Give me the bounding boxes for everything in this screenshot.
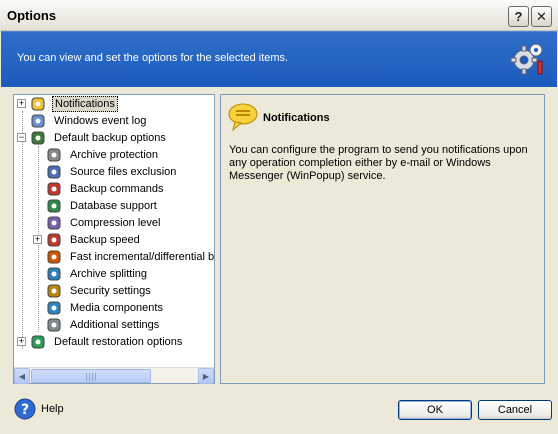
tree-item-label: Backup speed bbox=[70, 233, 140, 246]
compression-icon bbox=[47, 216, 61, 229]
tree-item[interactable]: + Notifications bbox=[17, 95, 118, 112]
collapse-icon[interactable]: − bbox=[17, 133, 26, 142]
tree-item-label: Additional settings bbox=[70, 318, 160, 331]
tree-item-label: Database support bbox=[70, 199, 157, 212]
help-label: Help bbox=[41, 403, 64, 415]
expand-icon[interactable]: + bbox=[17, 337, 26, 346]
speed-icon bbox=[47, 233, 61, 246]
incremental-icon bbox=[47, 250, 61, 263]
tree-item-label: Source files exclusion bbox=[70, 165, 177, 178]
gear-icon bbox=[510, 43, 543, 75]
info-description: You can configure the program to send yo… bbox=[229, 144, 528, 182]
tree-item-label: Default restoration options bbox=[54, 335, 183, 348]
tree-item[interactable]: Archive splitting bbox=[33, 265, 149, 282]
security-icon bbox=[47, 284, 61, 297]
backup-options-icon bbox=[31, 131, 45, 144]
tree-item-label: Windows event log bbox=[54, 114, 147, 127]
expand-icon[interactable]: + bbox=[17, 99, 26, 108]
expand-icon[interactable]: + bbox=[33, 235, 42, 244]
cancel-button[interactable]: Cancel bbox=[478, 400, 552, 420]
tree-item[interactable]: Backup commands bbox=[33, 180, 166, 197]
tree-item[interactable]: − Default backup options bbox=[17, 129, 168, 146]
tree-item-label: Notifications bbox=[52, 95, 118, 112]
lock-icon bbox=[47, 148, 61, 161]
event-log-icon bbox=[31, 114, 45, 127]
title-close-button[interactable]: ✕ bbox=[531, 6, 552, 27]
media-icon bbox=[47, 301, 61, 314]
tree-items: + Notifications Windows event log − Default … bbox=[14, 95, 214, 367]
restore-options-icon bbox=[31, 335, 45, 348]
ok-button[interactable]: OK bbox=[398, 400, 472, 420]
filter-icon bbox=[47, 165, 61, 178]
tree-item[interactable]: Source files exclusion bbox=[33, 163, 178, 180]
tree-item-label: Media components bbox=[70, 301, 163, 314]
svg-text:?: ? bbox=[21, 402, 29, 418]
splitting-icon bbox=[47, 267, 61, 280]
tree-item[interactable]: Media components bbox=[33, 299, 165, 316]
options-tree[interactable]: + Notifications Windows event log − Default … bbox=[13, 94, 215, 384]
tree-item[interactable]: Database support bbox=[33, 197, 159, 214]
tree-item-label: Backup commands bbox=[70, 182, 164, 195]
title-bar: Options ? ✕ bbox=[0, 0, 558, 31]
notifications-icon bbox=[228, 103, 258, 132]
database-icon bbox=[47, 199, 61, 212]
tree-item-label: Archive splitting bbox=[70, 267, 148, 280]
tree-item-label: Compression level bbox=[70, 216, 161, 229]
tree-item[interactable]: Compression level bbox=[33, 214, 162, 231]
notifications-icon bbox=[31, 97, 45, 110]
header-banner: You can view and set the options for the… bbox=[1, 31, 557, 87]
scroll-thumb[interactable] bbox=[31, 369, 151, 383]
scroll-right-arrow[interactable]: ▶ bbox=[198, 368, 214, 384]
tree-item[interactable]: + Backup speed bbox=[33, 231, 142, 248]
settings-icon bbox=[47, 318, 61, 331]
commands-icon bbox=[47, 182, 61, 195]
tree-item[interactable]: + Default restoration options bbox=[17, 333, 184, 350]
banner-text: You can view and set the options for the… bbox=[17, 52, 289, 64]
tree-item-label: Fast incremental/differential ba bbox=[70, 250, 214, 263]
tree-item[interactable]: Archive protection bbox=[33, 146, 160, 163]
tree-item-label: Security settings bbox=[70, 284, 151, 297]
scroll-left-arrow[interactable]: ◀ bbox=[14, 368, 30, 384]
title-help-button[interactable]: ? bbox=[508, 6, 529, 27]
tree-item-label: Default backup options bbox=[54, 131, 166, 144]
help-button[interactable]: ? Help bbox=[14, 398, 64, 420]
tree-item[interactable]: Security settings bbox=[33, 282, 153, 299]
window-title: Options bbox=[7, 8, 57, 23]
horizontal-scrollbar[interactable]: ◀ ▶ bbox=[14, 367, 214, 384]
tree-item[interactable]: Fast incremental/differential ba bbox=[33, 248, 214, 265]
help-icon: ? bbox=[14, 398, 36, 420]
tree-item-label: Archive protection bbox=[70, 148, 159, 161]
tree-item[interactable]: Additional settings bbox=[33, 316, 161, 333]
info-title: Notifications bbox=[263, 112, 330, 124]
info-panel: Notifications You can configure the prog… bbox=[220, 94, 545, 384]
tree-item[interactable]: Windows event log bbox=[17, 112, 148, 129]
